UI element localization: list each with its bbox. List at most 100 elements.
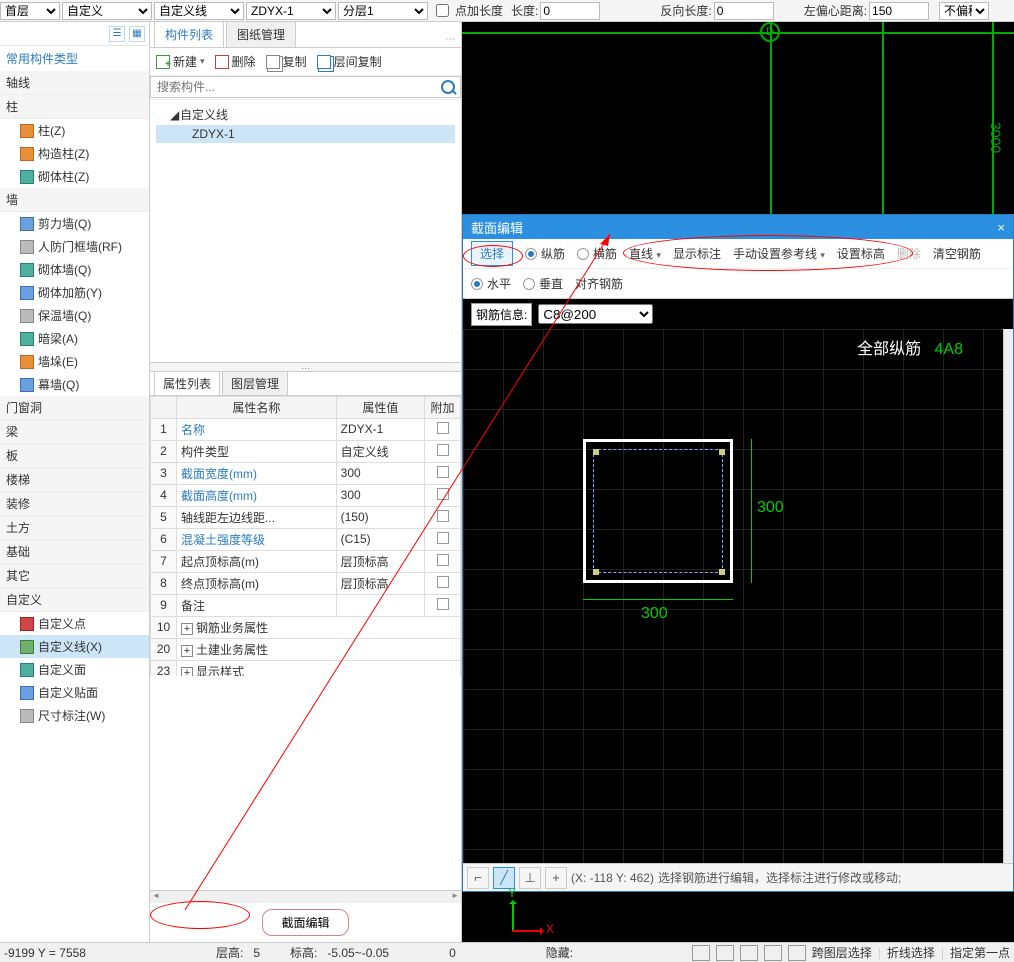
tree-child[interactable]: ZDYX-1 [156,125,455,143]
nav-group[interactable]: 其它 [0,564,149,588]
list-view-icon[interactable]: ☰ [109,26,125,42]
copy-button[interactable]: 复制 [266,53,307,70]
table-row[interactable]: 3截面宽度(mm)300 [151,462,461,484]
snap-endpoint-icon[interactable]: ⌐ [467,867,489,889]
nav-item[interactable]: 砌体墙(Q) [0,258,149,281]
set-elevation-button[interactable]: 设置标高 [837,245,885,262]
nav-item[interactable]: 自定义线(X) [0,635,149,658]
nav-group[interactable]: 板 [0,444,149,468]
nav-item[interactable]: 剪力墙(Q) [0,212,149,235]
table-row[interactable]: 4截面高度(mm)300 [151,484,461,506]
extra-checkbox[interactable] [437,444,449,456]
layer-select[interactable]: 分层1 [338,2,428,20]
tab-component-list[interactable]: 构件列表 [154,21,224,47]
canvas-vscroll[interactable] [1003,329,1013,863]
length-input[interactable] [540,2,600,20]
horizontal-radio[interactable]: 水平 [471,275,511,292]
cad-viewport-top[interactable]: D 3000 [462,22,1014,214]
footer-icon-1[interactable] [692,945,710,961]
section-editor-titlebar[interactable]: 截面编辑 × [463,215,1013,239]
table-row[interactable]: 1名称ZDYX-1 [151,418,461,440]
nav-group[interactable]: 土方 [0,516,149,540]
footer-icon-2[interactable] [716,945,734,961]
nav-item[interactable]: 墙垛(E) [0,350,149,373]
tab-drawing-mgmt[interactable]: 图纸管理 [226,21,296,47]
table-row[interactable]: 20+土建业务属性 [151,638,461,660]
table-row[interactable]: 2构件类型自定义线 [151,440,461,462]
nav-group[interactable]: 楼梯 [0,468,149,492]
nav-item[interactable]: 幕墙(Q) [0,373,149,396]
footer-cross-layer[interactable]: 跨图层选择 [812,944,872,961]
close-icon[interactable]: × [997,220,1005,235]
nav-item[interactable]: 尺寸标注(W) [0,704,149,727]
tree-root[interactable]: ◢自定义线 [156,104,455,125]
extra-checkbox[interactable] [437,598,449,610]
nav-item[interactable]: 构造柱(Z) [0,142,149,165]
no-offset-select[interactable]: 不偏移 [939,2,989,20]
extra-checkbox[interactable] [437,532,449,544]
nav-group[interactable]: 装修 [0,492,149,516]
component-select[interactable]: ZDYX-1 [246,2,336,20]
footer-icon-3[interactable] [740,945,758,961]
table-row[interactable]: 9备注 [151,594,461,616]
extra-checkbox[interactable] [437,510,449,522]
category-select[interactable]: 自定义 [62,2,152,20]
manual-ref-button[interactable]: 手动设置参考线 ▾ [733,245,825,262]
extra-checkbox[interactable] [437,576,449,588]
nav-item[interactable]: 自定义点 [0,612,149,635]
nav-item[interactable]: 柱(Z) [0,119,149,142]
extra-checkbox[interactable] [437,554,449,566]
section-edit-button[interactable]: 截面编辑 [262,909,348,936]
cad-viewport-bottom[interactable]: Y X [462,892,1014,942]
tab-layer-mgmt[interactable]: 图层管理 [222,371,288,395]
offset-input[interactable] [869,2,929,20]
select-button[interactable]: 选择 [471,241,513,266]
extra-checkbox[interactable] [437,488,449,500]
extra-checkbox[interactable] [437,466,449,478]
nav-group[interactable]: 基础 [0,540,149,564]
longitudinal-radio[interactable]: 纵筋 [525,245,565,262]
layer-copy-button[interactable]: 层间复制 [317,53,382,70]
panel-collapse-icon[interactable]: ⋯ [439,32,461,47]
type-select[interactable]: 自定义线 [154,2,244,20]
nav-item[interactable]: 自定义面 [0,658,149,681]
point-length-checkbox[interactable] [436,4,449,17]
table-row[interactable]: 7起点顶标高(m)层顶标高 [151,550,461,572]
floor-select[interactable]: 首层 [0,2,60,20]
nav-item[interactable]: 保温墙(Q) [0,304,149,327]
show-dim-button[interactable]: 显示标注 [673,245,721,262]
line-button[interactable]: 直线 ▾ [629,245,661,262]
delete-button[interactable]: 删除 [215,53,256,70]
nav-group[interactable]: 轴线 [0,71,149,95]
clear-rebar-button[interactable]: 清空钢筋 [933,245,981,262]
grid-view-icon[interactable]: ▦ [129,26,145,42]
vertical-radio[interactable]: 垂直 [523,275,563,292]
footer-poly-select[interactable]: 折线选择 [887,944,935,961]
delete-rebar-button[interactable]: 删除 [897,245,921,262]
nav-item[interactable]: 暗梁(A) [0,327,149,350]
snap-add-icon[interactable]: + [545,867,567,889]
table-row[interactable]: 6混凝土强度等级(C15) [151,528,461,550]
search-icon[interactable] [441,80,455,94]
tab-properties[interactable]: 属性列表 [154,371,220,395]
table-row[interactable]: 8终点顶标高(m)层顶标高 [151,572,461,594]
h-scrollbar[interactable] [150,890,461,902]
reverse-length-input[interactable] [714,2,774,20]
footer-icon-4[interactable] [764,945,782,961]
nav-group[interactable]: 墙 [0,188,149,212]
nav-group[interactable]: 梁 [0,420,149,444]
table-row[interactable]: 10+钢筋业务属性 [151,616,461,638]
transverse-radio[interactable]: 横筋 [577,245,617,262]
nav-item[interactable]: 人防门框墙(RF) [0,235,149,258]
section-canvas[interactable]: 全部纵筋 4A8 300 300 [463,329,1003,863]
nav-item[interactable]: 砌体加筋(Y) [0,281,149,304]
nav-item[interactable]: 砌体柱(Z) [0,165,149,188]
align-rebar-button[interactable]: 对齐钢筋 [575,275,623,292]
nav-group[interactable]: 自定义 [0,588,149,612]
table-row[interactable]: 23+显示样式 [151,660,461,676]
nav-group[interactable]: 门窗洞 [0,396,149,420]
table-row[interactable]: 5轴线距左边线距...(150) [151,506,461,528]
nav-item[interactable]: 自定义贴面 [0,681,149,704]
nav-group[interactable]: 柱 [0,95,149,119]
extra-checkbox[interactable] [437,422,449,434]
